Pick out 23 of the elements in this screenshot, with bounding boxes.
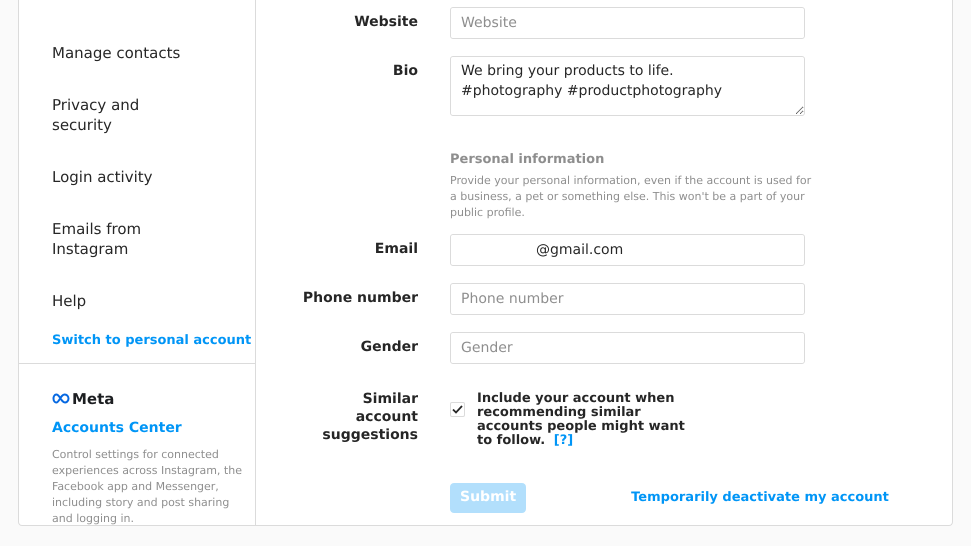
section-heading: Personal information xyxy=(450,151,606,169)
field-label: Similar account suggestions xyxy=(321,390,418,444)
bio-field[interactable]: We bring your products to life. #photography #productphotography xyxy=(450,56,805,116)
sidebar-item[interactable]: Login activity xyxy=(19,151,226,203)
text-field[interactable]: Phone number xyxy=(450,282,805,314)
checkbox-description: Include your account when recommending similar accounts people might want to follow. [?] xyxy=(477,392,686,448)
field-label: Phone number xyxy=(302,288,418,306)
field-label: Bio xyxy=(392,62,418,80)
sidebar-item[interactable]: Help xyxy=(19,275,226,327)
accounts-center-description: Control settings for connected experiences across Instagram, the Facebook app and Messenger, including story and post sharing and logging in. xyxy=(52,447,242,527)
infinity-icon xyxy=(52,393,70,404)
sidebar-item[interactable]: Privacy and security xyxy=(19,79,226,151)
field-label: Gender xyxy=(360,338,418,356)
text-field[interactable]: Website xyxy=(450,7,805,39)
field-label: Website xyxy=(354,13,418,31)
text-field[interactable]: @gmail.com xyxy=(450,234,805,266)
checkbox[interactable] xyxy=(450,402,465,416)
sidebar-item[interactable]: Manage contacts xyxy=(19,27,226,79)
section-description: Provide your personal information, even if the account is used for a business, a pet or something else. This won't be a part of your public profile. xyxy=(450,172,812,220)
field-label: Email xyxy=(374,240,418,258)
meta-wordmark: Meta xyxy=(72,388,114,410)
text-field[interactable]: Gender xyxy=(450,332,805,364)
sidebar-item[interactable]: Emails from Instagram xyxy=(19,203,226,275)
